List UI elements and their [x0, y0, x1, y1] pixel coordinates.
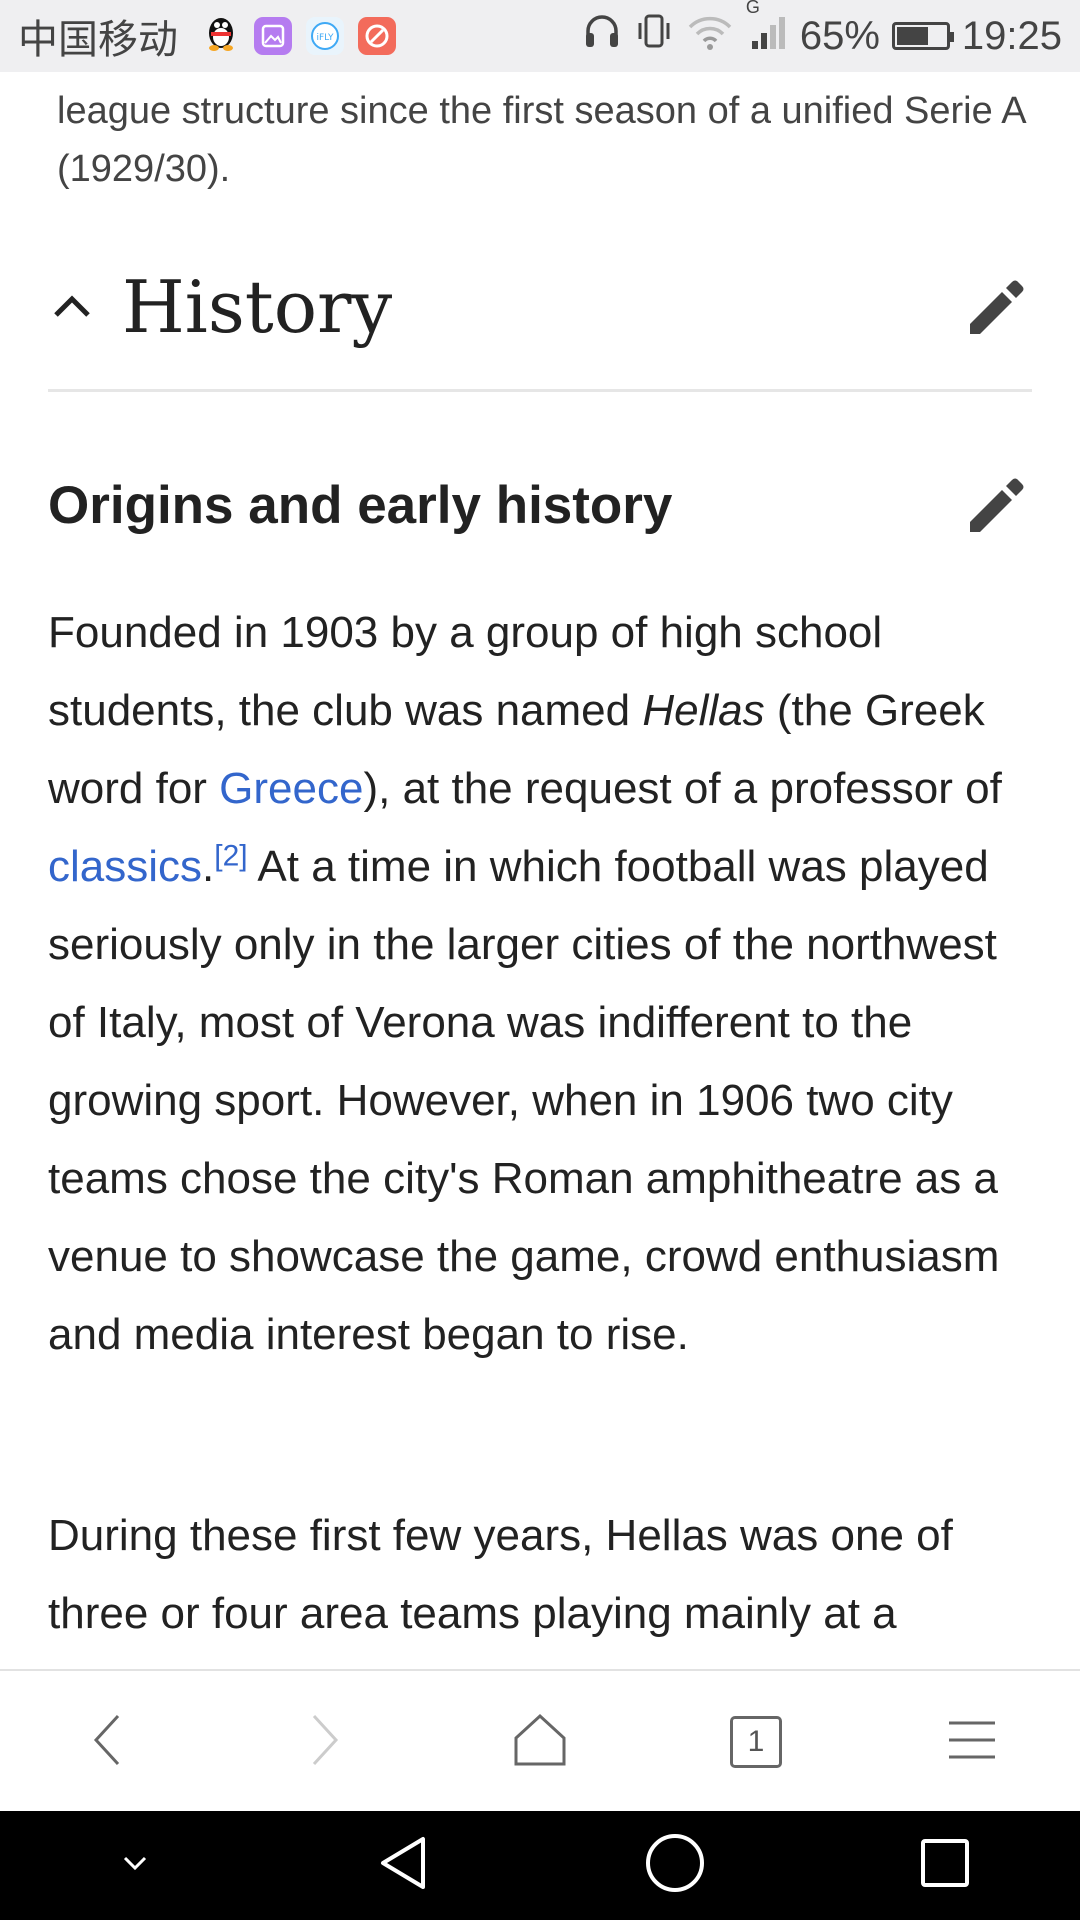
vibrate-icon [634, 11, 674, 61]
paragraph-origins: Founded in 1903 by a group of high schoo… [48, 594, 1043, 1374]
circle-home-icon [643, 1831, 707, 1900]
subsection-header: Origins and early history [48, 455, 1032, 555]
battery-percent: 65% [799, 13, 880, 58]
forward-button[interactable] [269, 1687, 379, 1797]
nav-back-button[interactable] [350, 1816, 460, 1916]
paragraph-early-years: During these first few years, Hellas was… [48, 1511, 953, 1638]
clock: 19:25 [961, 13, 1062, 58]
browser-toolbar: 1 [0, 1669, 1080, 1813]
wifi-icon [686, 11, 734, 61]
edit-pencil-icon[interactable] [962, 272, 1032, 342]
intro-paragraph-fragment: league structure since the first season … [57, 90, 1025, 190]
link-greece[interactable]: Greece [219, 764, 363, 813]
status-bar: 中国移动 iFLY G 65% 19:25 [0, 0, 1080, 72]
headphones-icon [582, 11, 622, 61]
italic-term: Hellas [642, 686, 765, 735]
section-divider [48, 389, 1032, 392]
nav-home-button[interactable] [620, 1816, 730, 1916]
chevron-left-icon [88, 1710, 128, 1775]
chevron-up-icon[interactable] [48, 283, 96, 331]
text-run: At a time in which football was played s… [48, 842, 1000, 1359]
text-run: ), at the request of a professor of [363, 764, 1002, 813]
text-run: . [202, 842, 215, 891]
link-classics[interactable]: classics [48, 842, 202, 891]
gallery-icon [254, 17, 292, 55]
hamburger-menu-icon [947, 1715, 997, 1770]
ifly-icon: iFLY [306, 17, 344, 55]
network-type: G [745, 0, 760, 17]
nav-recents-button[interactable] [890, 1816, 1000, 1916]
article-content[interactable]: league structure since the first season … [0, 72, 1080, 1669]
qq-icon [202, 11, 240, 61]
tool-icon [358, 17, 396, 55]
hide-nav-button[interactable] [80, 1816, 190, 1916]
svg-text:iFLY: iFLY [317, 33, 334, 43]
square-recents-icon [917, 1835, 973, 1896]
signal-icon: G [746, 0, 788, 61]
chevron-right-icon [304, 1710, 344, 1775]
back-button[interactable] [53, 1687, 163, 1797]
menu-button[interactable] [917, 1687, 1027, 1797]
section-header-history[interactable]: History [48, 252, 1032, 362]
home-button[interactable] [485, 1687, 595, 1797]
subsection-title: Origins and early history [48, 475, 673, 535]
battery-icon [891, 22, 954, 50]
edit-pencil-icon[interactable] [962, 470, 1032, 540]
chevron-down-icon [115, 1848, 155, 1883]
reference-link[interactable]: [2] [214, 839, 247, 872]
tab-count: 1 [730, 1716, 782, 1768]
section-title: History [122, 265, 393, 349]
android-nav-bar [0, 1811, 1080, 1920]
home-icon [512, 1712, 568, 1773]
triangle-back-icon [375, 1833, 435, 1898]
tabs-button[interactable]: 1 [701, 1687, 811, 1797]
carrier-name: 中国移动 [18, 18, 178, 62]
